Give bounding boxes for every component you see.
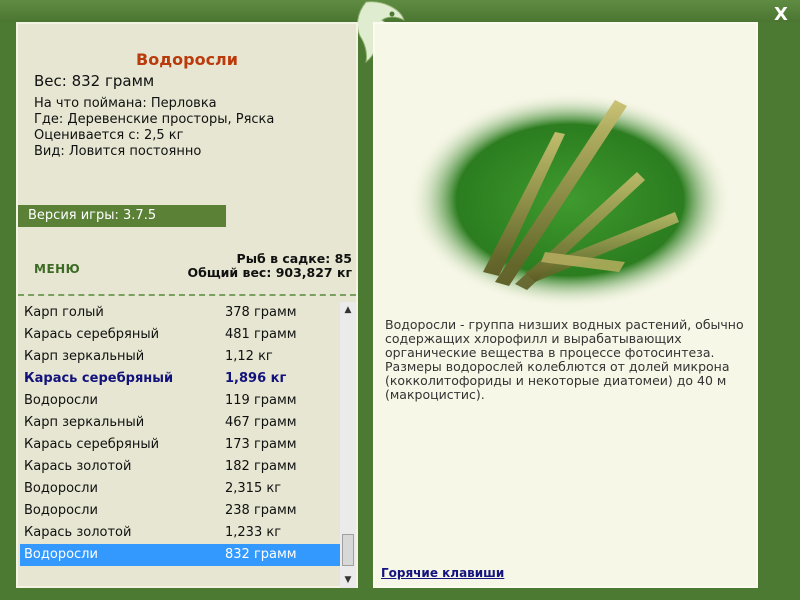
item-info: На что поймана: Перловка Где: Деревенски… — [34, 96, 274, 160]
list-item[interactable]: Карась серебряный 481 грамм — [20, 324, 340, 346]
scroll-thumb[interactable] — [342, 534, 354, 566]
list-item-selected[interactable]: Водоросли 832 грамм — [20, 544, 340, 566]
list-item[interactable]: Карась золотой 1,233 кг — [20, 522, 340, 544]
list-item[interactable]: Водоросли 2,315 кг — [20, 478, 340, 500]
item-kind: Вид: Ловится постоянно — [34, 144, 202, 159]
item-weight: Вес: 832 грамм — [34, 72, 155, 90]
menu-button[interactable]: МЕНЮ — [34, 262, 80, 276]
algae-image — [408, 92, 732, 308]
list-item[interactable]: Карп голый 378 грамм — [20, 302, 340, 324]
list-item[interactable]: Карп зеркальный 467 грамм — [20, 412, 340, 434]
total-weight: Общий вес: 903,827 кг — [187, 265, 353, 280]
divider — [18, 294, 356, 296]
list-item[interactable]: Карась золотой 182 грамм — [20, 456, 340, 478]
game-version: Версия игры: 3.7.5 — [18, 205, 226, 227]
list-item[interactable]: Карп зеркальный 1,12 кг — [20, 346, 340, 368]
hotkeys-link[interactable]: Горячие клавиши — [381, 566, 504, 580]
item-location: Где: Деревенские просторы, Ряска — [34, 112, 275, 127]
list-item[interactable]: Водоросли 238 грамм — [20, 500, 340, 522]
right-panel: Водоросли - группа низших водных растени… — [373, 22, 758, 588]
item-bait: На что поймана: Перловка — [34, 96, 217, 111]
cage-stats: Рыб в садке: 85 Общий вес: 903,827 кг — [188, 252, 353, 280]
item-description: Водоросли - группа низших водных растени… — [385, 317, 744, 402]
close-button[interactable]: X — [770, 4, 792, 26]
catch-list: Карп голый 378 грамм Карась серебряный 481… — [20, 302, 340, 588]
scroll-up-arrow-icon[interactable]: ▲ — [340, 302, 356, 318]
list-item[interactable]: Карась серебряный 173 грамм — [20, 434, 340, 456]
list-item[interactable]: Водоросли 119 грамм — [20, 390, 340, 412]
scroll-down-arrow-icon[interactable]: ▼ — [340, 572, 356, 588]
item-valued-from: Оценивается с: 2,5 кг — [34, 128, 184, 143]
list-scrollbar[interactable]: ▲ ▼ — [340, 302, 356, 588]
list-item-highlighted[interactable]: Карась серебряный 1,896 кг — [20, 368, 340, 390]
fish-in-cage-count: Рыб в садке: 85 — [236, 251, 352, 266]
left-panel: Водоросли Вес: 832 грамм На что поймана:… — [16, 22, 358, 588]
item-title: Водоросли — [136, 50, 238, 69]
